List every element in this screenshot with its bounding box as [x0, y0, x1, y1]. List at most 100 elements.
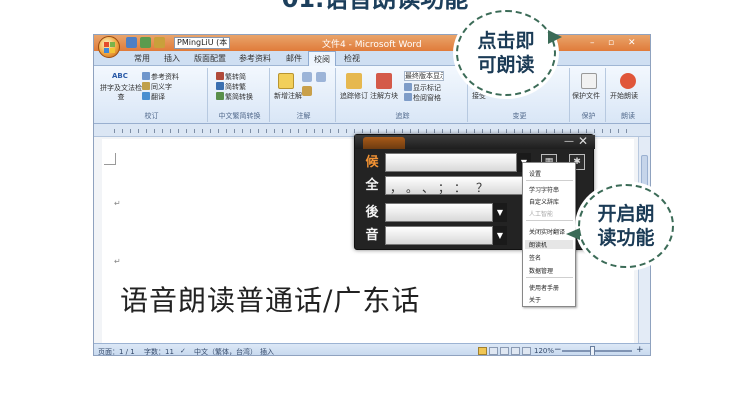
undo-icon[interactable] [140, 37, 151, 48]
web-layout-icon[interactable] [500, 347, 509, 355]
group-label-chinese-conversion: 中文繁简转换 [218, 112, 261, 120]
ime-minimize-icon[interactable]: — [564, 135, 574, 148]
trad-to-simp-button[interactable]: 繁转简 [216, 72, 246, 82]
tab-mailings[interactable]: 邮件 [286, 53, 302, 64]
document-body-text[interactable]: 语音朗读普通话/广东话 [120, 279, 420, 319]
tab-review[interactable]: 校阅 [308, 51, 336, 66]
punctuation-field[interactable]: ，。、；：？ [385, 176, 535, 195]
translate-button[interactable]: 翻译 [142, 92, 165, 102]
minimize-icon[interactable]: – [590, 37, 595, 49]
menu-item-learn-string[interactable]: 学习字符串 [529, 185, 559, 194]
spelling-icon[interactable]: ABC [112, 72, 128, 81]
start-reading-icon[interactable] [620, 73, 636, 89]
menu-item-settings[interactable]: 设置 [529, 169, 541, 178]
group-proofing: ABC 拼字及文法检查 参考资料 同义字 翻译 校订 [96, 68, 208, 122]
ribbon: ABC 拼字及文法检查 参考资料 同义字 翻译 校订 繁转简 简转繁 繁简转换 … [94, 66, 650, 124]
suffix-dropdown-icon[interactable]: ▼ [493, 203, 507, 222]
thesaurus-button[interactable]: 同义字 [142, 82, 172, 92]
tab-references[interactable]: 参考资料 [239, 53, 271, 64]
tab-layout[interactable]: 版面配置 [194, 53, 226, 64]
menu-item-signature[interactable]: 签名 [529, 253, 541, 262]
prev-comment-icon[interactable] [302, 72, 312, 82]
new-comment-icon[interactable] [278, 73, 294, 89]
font-name-box[interactable]: PMingLiU (本 [174, 37, 230, 49]
track-changes-button[interactable]: 追踪修订 [340, 92, 368, 101]
tab-insert[interactable]: 插入 [164, 53, 180, 64]
research-button[interactable]: 参考资料 [142, 72, 179, 82]
ime-close-icon[interactable]: ✕ [578, 135, 588, 148]
ime-logo-tab [363, 137, 405, 149]
pane-icon [404, 93, 412, 101]
zoom-slider[interactable] [562, 350, 632, 352]
menu-separator [526, 180, 573, 181]
callout-line: 可朗读 [477, 54, 535, 76]
callout-enable-reading: 开启朗 读功能 [578, 184, 674, 268]
proofing-status-icon[interactable]: ✓ [180, 347, 186, 355]
next-comment-icon[interactable] [316, 72, 326, 82]
protect-document-button[interactable]: 保护文件 [572, 92, 600, 101]
delete-comment-icon[interactable] [302, 86, 312, 96]
menu-item-about[interactable]: 关于 [529, 295, 541, 304]
headline: 01.语音朗读功能 [250, 0, 500, 12]
ime-row-label: 全 [365, 178, 379, 193]
menu-item-reader[interactable]: 朗读机 [525, 240, 573, 249]
save-icon[interactable] [126, 37, 137, 48]
suffix-field[interactable] [385, 203, 493, 222]
menu-item-ai: 人工智能 [529, 211, 554, 218]
status-language[interactable]: 中文（繁体，台湾） [194, 347, 257, 355]
office-button[interactable] [98, 36, 120, 58]
draft-icon[interactable] [522, 347, 531, 355]
close-icon[interactable]: ✕ [628, 37, 636, 49]
zoom-out-icon[interactable]: − [554, 345, 562, 355]
tab-view[interactable]: 检视 [344, 53, 360, 64]
translate-icon [142, 92, 150, 100]
status-page[interactable]: 页面：1 / 1 [98, 347, 135, 355]
callout-line: 读功能 [597, 227, 655, 249]
ribbon-tabs: 常用 插入 版面配置 参考资料 邮件 校阅 检视 [94, 51, 650, 66]
accept-button[interactable]: 接受 [472, 92, 486, 101]
show-markup-button[interactable]: 显示标记 [404, 83, 441, 93]
ime-row-label: 音 [365, 228, 379, 243]
group-read-aloud: 开始朗读 朗读 [608, 68, 648, 122]
group-label-comments: 注解 [296, 112, 311, 120]
status-insert-mode[interactable]: 插入 [260, 347, 274, 355]
balloons-icon[interactable] [376, 73, 392, 89]
group-label-read-aloud: 朗读 [621, 112, 635, 120]
pronunciation-dropdown-icon[interactable]: ▼ [493, 226, 507, 245]
print-layout-icon[interactable] [478, 347, 487, 355]
reading-layout-icon[interactable] [489, 347, 498, 355]
trad-simp-icon [216, 72, 224, 80]
tab-home[interactable]: 常用 [134, 53, 150, 64]
menu-item-custom-dictionary[interactable]: 自定义辞库 [529, 197, 559, 206]
spelling-grammar-button[interactable]: 拼字及文法检查 [100, 84, 142, 102]
new-comment-button[interactable]: 新增注解 [274, 92, 302, 101]
punctuation-row[interactable]: ，。、；：？ [390, 179, 498, 196]
candidate-field[interactable] [385, 153, 517, 172]
menu-item-data-management[interactable]: 数据管理 [529, 266, 553, 275]
redo-icon[interactable] [154, 37, 165, 48]
track-changes-icon[interactable] [346, 73, 362, 89]
office-logo-icon [104, 42, 115, 53]
menu-item-user-manual[interactable]: 使用者手册 [529, 283, 559, 292]
callout-click-to-read: 点击即 可朗读 [456, 10, 556, 96]
display-for-review-select[interactable]: 最终版本显示标记 [404, 71, 444, 81]
start-reading-button[interactable]: 开始朗读 [610, 92, 638, 101]
group-label-proofing: 校订 [144, 112, 159, 120]
callout-line: 开启朗 [597, 203, 655, 225]
menu-item-close-realtime-translate[interactable]: 关闭实时翻译 [529, 227, 565, 236]
pronunciation-field[interactable] [385, 226, 493, 245]
status-word-count[interactable]: 字数：11 [144, 347, 174, 355]
outline-icon[interactable] [511, 347, 520, 355]
callout-line: 点击即 [477, 30, 535, 52]
balloons-button[interactable]: 注解方块 [370, 92, 398, 101]
reviewing-pane-button[interactable]: 检阅窗格 [404, 93, 441, 103]
zoom-level[interactable]: 120% [534, 347, 554, 355]
zoom-slider-knob[interactable] [590, 346, 595, 355]
simp-to-trad-button[interactable]: 简转繁 [216, 82, 246, 92]
zoom-in-icon[interactable]: + [636, 345, 644, 355]
protect-document-icon[interactable] [581, 73, 597, 89]
maximize-icon[interactable]: ▫ [608, 37, 614, 49]
chinese-conversion-button[interactable]: 繁简转换 [216, 92, 253, 102]
ime-toolbar-header[interactable]: — ✕ [355, 135, 595, 149]
menu-separator [526, 277, 573, 278]
